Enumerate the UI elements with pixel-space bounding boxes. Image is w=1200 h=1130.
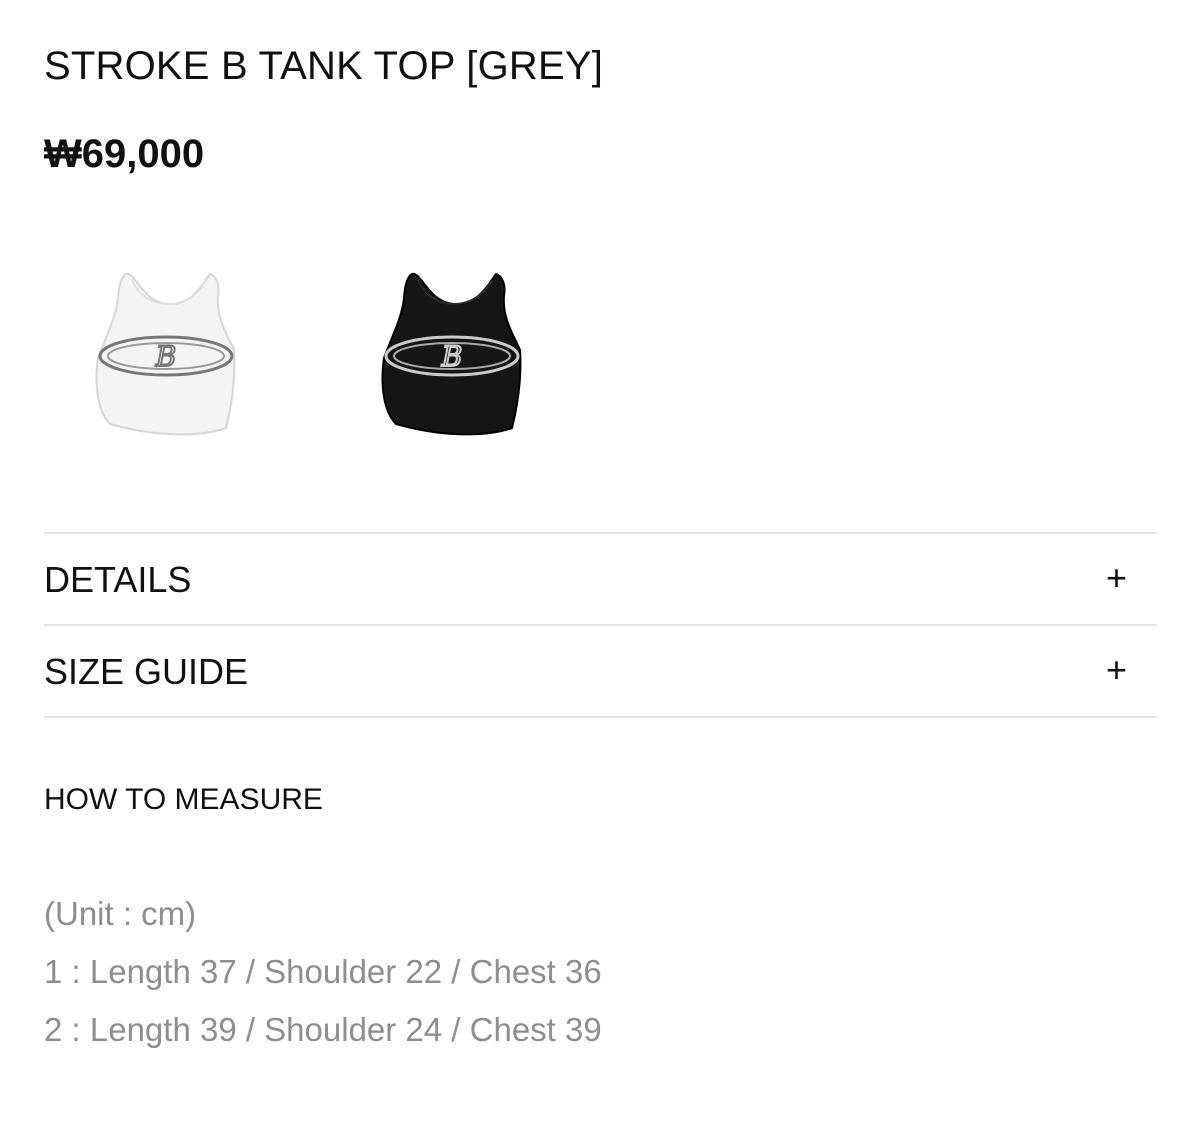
accordion-details-label: DETAILS xyxy=(44,559,192,600)
tank-top-white-image: B xyxy=(95,272,236,436)
product-price: ₩69,000 xyxy=(44,132,205,176)
plus-icon[interactable]: + xyxy=(1106,558,1127,598)
size-2-measurements: 2 : Length 39 / Shoulder 24 / Chest 39 xyxy=(44,1011,602,1048)
accordion-size-guide[interactable]: SIZE GUIDE + xyxy=(44,626,1157,716)
size-1-measurements: 1 : Length 37 / Shoulder 22 / Chest 36 xyxy=(44,953,602,990)
how-to-measure-heading: HOW TO MEASURE xyxy=(44,783,323,816)
swatch-white-tank-top[interactable]: B xyxy=(88,262,258,452)
svg-text:B: B xyxy=(441,340,463,373)
tank-top-black-image: B xyxy=(381,272,522,436)
accordion-details[interactable]: DETAILS + xyxy=(44,534,1157,624)
accordion-size-guide-label: SIZE GUIDE xyxy=(44,651,249,692)
plus-icon[interactable]: + xyxy=(1106,650,1127,690)
swatch-black-tank-top[interactable]: B xyxy=(374,262,544,452)
product-title: STROKE B TANK TOP [GREY] xyxy=(44,44,604,88)
divider xyxy=(44,716,1157,718)
svg-text:B: B xyxy=(155,340,177,373)
unit-note: (Unit : cm) xyxy=(44,895,197,932)
